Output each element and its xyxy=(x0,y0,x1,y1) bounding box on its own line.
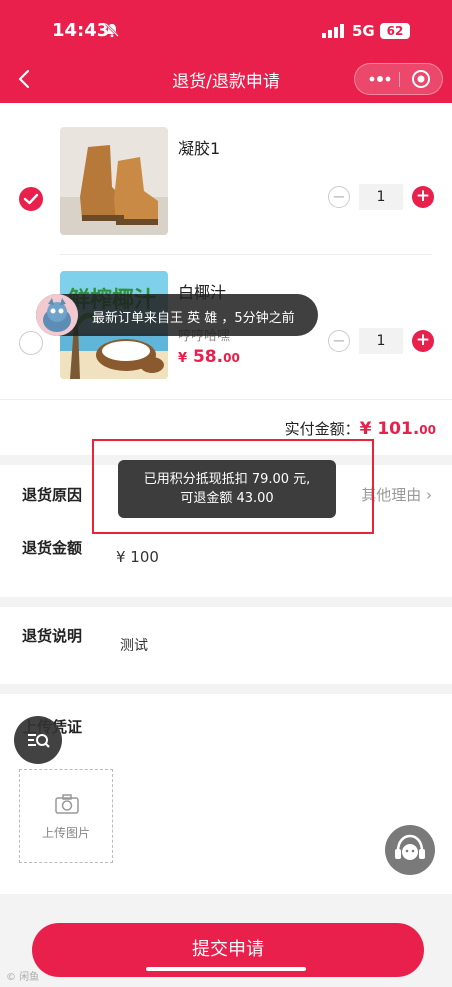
check-icon xyxy=(23,193,39,205)
product-item: 凝胶1 − 1 + xyxy=(0,127,452,257)
search-list-icon xyxy=(28,734,50,748)
camera-icon xyxy=(55,794,79,814)
customer-service-button[interactable] xyxy=(385,825,435,875)
annotation-highlight-box xyxy=(92,439,374,534)
bottom-bar: 提交申请 xyxy=(0,905,452,987)
paid-total-label: 实付金额： xyxy=(284,420,360,438)
total-divider xyxy=(0,399,452,400)
floating-search-button[interactable] xyxy=(14,716,62,764)
paid-total: 实付金额：¥ 101.00 xyxy=(285,418,436,439)
decrease-button[interactable]: − xyxy=(328,186,350,208)
mini-program-capsule xyxy=(354,63,443,95)
app-header: 14:43 5G 62 退货/退款申请 xyxy=(0,0,452,103)
product-price: ¥ 58.00 xyxy=(178,347,240,367)
decrease-button[interactable]: − xyxy=(328,330,350,352)
battery-level: 62 xyxy=(380,23,410,39)
quantity-stepper: − 1 + xyxy=(326,328,438,354)
quantity-input[interactable]: 1 xyxy=(359,184,403,210)
price-integer: 58. xyxy=(192,347,224,367)
upload-image-button[interactable]: 上传图片 xyxy=(19,769,113,863)
refund-amount-label: 退货金额 xyxy=(22,539,83,557)
increase-button[interactable]: + xyxy=(412,186,434,208)
product-card: 凝胶1 − 1 + 鲜榨椰汁 白椰汁 哼哼哈嘿 ¥ xyxy=(0,103,452,455)
row-divider xyxy=(60,254,432,255)
paid-total-amount: ¥ 101.00 xyxy=(360,419,436,439)
increase-button[interactable]: + xyxy=(412,330,434,352)
avatar xyxy=(36,294,78,336)
recent-order-toast: 最新订单来自王 英 雄 ，5分钟之前 xyxy=(36,294,318,336)
currency-symbol: ¥ xyxy=(178,351,188,366)
signal-icon xyxy=(322,24,344,38)
quantity-stepper: − 1 + xyxy=(326,184,438,210)
select-checkbox[interactable] xyxy=(19,331,43,355)
recent-order-text: 最新订单来自王 英 雄 ，5分钟之前 xyxy=(92,311,295,326)
select-checkbox[interactable] xyxy=(19,187,43,211)
quantity-input[interactable]: 1 xyxy=(359,328,403,354)
currency-symbol: ¥ xyxy=(359,419,372,439)
paid-total-dec: 00 xyxy=(419,423,436,437)
paid-total-int: 101. xyxy=(377,419,420,439)
product-image xyxy=(60,127,168,235)
bell-mute-icon xyxy=(105,23,119,38)
watermark: © 闲鱼 xyxy=(6,972,40,983)
home-indicator xyxy=(146,967,306,971)
refund-amount-value: ¥ 100 xyxy=(116,548,159,566)
close-target-icon[interactable] xyxy=(411,69,431,89)
product-item: 鲜榨椰汁 白椰汁 哼哼哈嘿 ¥ 58.00 − 1 + xyxy=(0,271,452,401)
price-decimal: 00 xyxy=(223,351,240,365)
description-input[interactable]: 测试 xyxy=(120,635,148,655)
headset-icon xyxy=(395,834,425,860)
upload-image-label: 上传图片 xyxy=(41,826,90,840)
status-time: 14:43 xyxy=(52,20,110,41)
network-type: 5G xyxy=(352,22,375,40)
product-name: 凝胶1 xyxy=(178,139,221,158)
nav-bar: 退货/退款申请 xyxy=(0,55,452,103)
capsule-divider xyxy=(399,72,400,87)
reason-label: 退货原因 xyxy=(22,486,83,504)
status-bar: 14:43 5G 62 xyxy=(0,0,452,55)
description-label: 退货说明 xyxy=(22,627,83,645)
more-dots-icon[interactable] xyxy=(367,72,393,86)
description-section: 退货说明 测试 xyxy=(0,607,452,684)
